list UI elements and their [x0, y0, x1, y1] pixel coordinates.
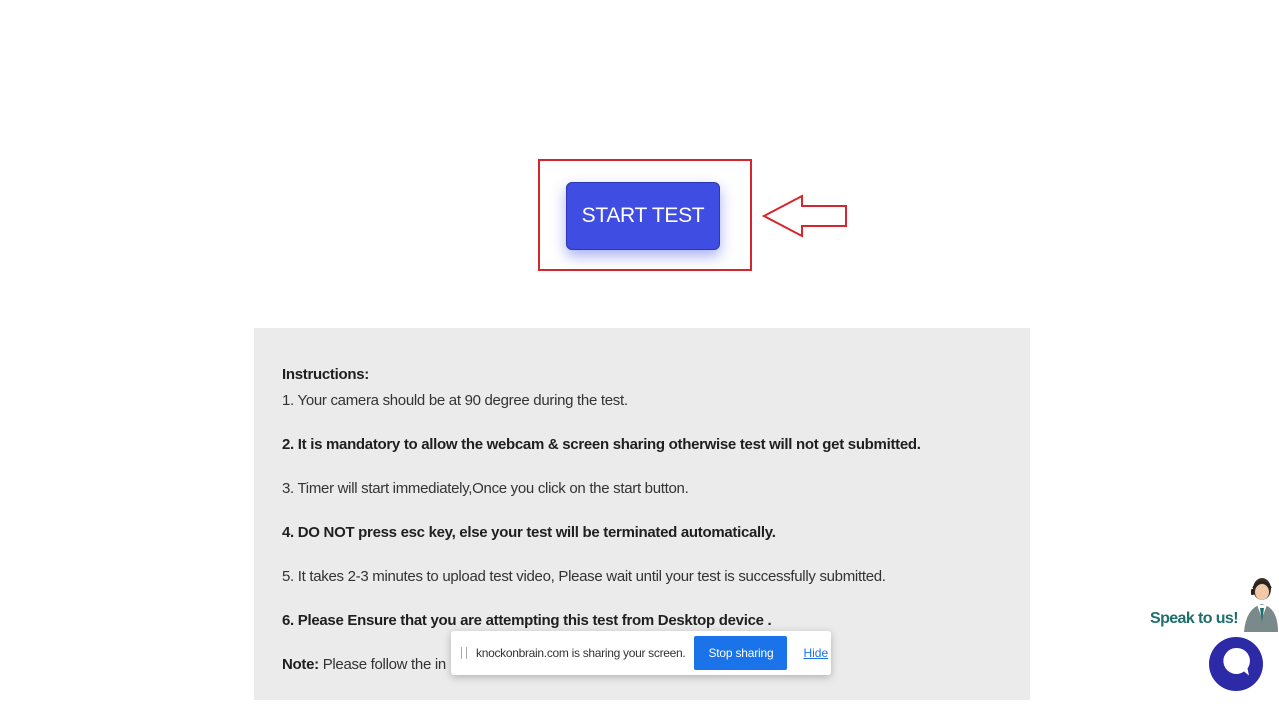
instruction-item: 6. Please Ensure that you are attempting… [282, 612, 772, 629]
instruction-note: Note: Please follow the in [282, 656, 446, 673]
note-text: Please follow the in [318, 656, 447, 673]
screen-share-bar: knockonbrain.com is sharing your screen.… [451, 631, 831, 675]
instruction-item: 3. Timer will start immediately,Once you… [282, 480, 689, 497]
speak-to-us-label[interactable]: Speak to us! [1150, 610, 1239, 628]
page: START TEST Instructions: 1. Your camera … [0, 0, 1279, 720]
instructions-title: Instructions: [282, 366, 369, 383]
instruction-item: 5. It takes 2-3 minutes to upload test v… [282, 568, 886, 585]
instruction-item: 1. Your camera should be at 90 degree du… [282, 392, 628, 409]
start-test-button[interactable]: START TEST [566, 182, 720, 250]
hide-link[interactable]: Hide [803, 646, 828, 660]
agent-avatar-icon [1244, 578, 1278, 632]
instruction-item: 4. DO NOT press esc key, else your test … [282, 524, 776, 541]
chat-bubble-icon[interactable] [1208, 634, 1264, 698]
note-label: Note: [282, 656, 319, 673]
share-message: knockonbrain.com is sharing your screen. [476, 646, 686, 660]
arrow-left-outline-icon [762, 194, 847, 238]
grip-icon[interactable] [461, 647, 467, 659]
stop-sharing-button[interactable]: Stop sharing [694, 636, 788, 670]
instruction-item: 2. It is mandatory to allow the webcam &… [282, 436, 921, 453]
